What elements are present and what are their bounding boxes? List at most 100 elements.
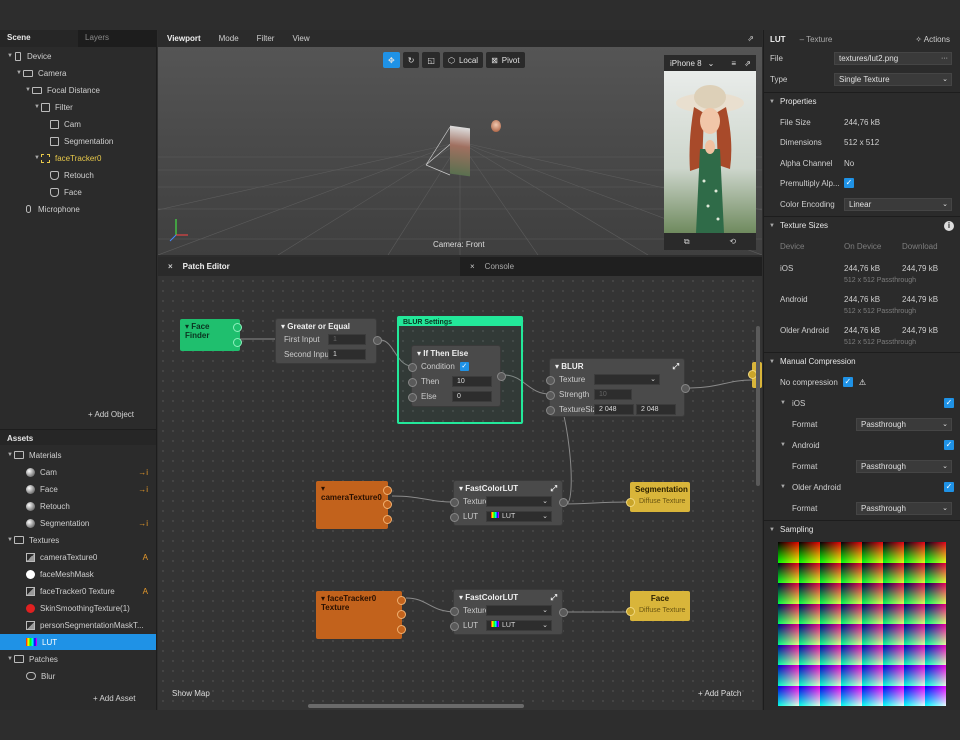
expand-icon[interactable]: ⤢	[551, 593, 557, 603]
asset-material-retouch[interactable]: Retouch	[0, 498, 156, 514]
section-sampling[interactable]: ▼ Sampling	[764, 520, 960, 538]
popout-icon[interactable]: ⇗	[744, 59, 751, 68]
subsection-android[interactable]: ▼ Android ✓	[764, 436, 960, 454]
tab-console[interactable]: × Console	[460, 257, 762, 276]
input-port[interactable]	[546, 391, 555, 400]
older-android-format-select[interactable]: Passthrough ⌄	[856, 502, 952, 515]
tab-patch-editor[interactable]: × Patch Editor	[158, 257, 460, 276]
node-fast-color-lut-2[interactable]: ▾ FastColorLUT ⤢ Texture ⌄ LUT LUT ⌄	[450, 590, 568, 634]
node-if-then-else[interactable]: ▾ If Then Else Condition ✓ Then 10 Else 0	[408, 346, 506, 406]
output-port[interactable]	[233, 338, 242, 347]
scene-item-camera[interactable]: ▼ Camera	[0, 65, 156, 81]
file-field[interactable]: textures/lut2.png ···	[834, 52, 952, 65]
output-port[interactable]	[559, 498, 568, 507]
android-checkbox[interactable]: ✓	[944, 440, 954, 450]
node-face-material[interactable]: Face Diffuse Texture	[626, 591, 690, 621]
patch-editor-canvas[interactable]: ▾ Face Finder ▾ Greater or Equal First I…	[158, 276, 762, 710]
input-port[interactable]	[450, 622, 459, 631]
android-format-select[interactable]: Passthrough ⌄	[856, 460, 952, 473]
texture-select[interactable]: ⌄	[486, 496, 552, 507]
add-patch-button[interactable]: + Add Patch	[698, 689, 741, 698]
asset-texture-facetracker0[interactable]: faceTracker0 Texture A	[0, 583, 156, 599]
no-compression-checkbox[interactable]: ✓	[842, 377, 853, 387]
output-port[interactable]	[397, 610, 406, 619]
output-port[interactable]	[383, 500, 392, 509]
output-port[interactable]	[397, 625, 406, 634]
device-selector[interactable]: iPhone 8 ⌄ ≡ ⇗	[664, 55, 756, 71]
scene-item-device[interactable]: ▼ Device	[0, 48, 156, 64]
asset-texture-personsegmentation[interactable]: personSegmentationMaskT...	[0, 617, 156, 633]
node-facetracker-texture[interactable]: ▾ faceTracker0 Texture	[316, 591, 406, 639]
patch-editor-vertical-scrollbar[interactable]	[756, 326, 760, 486]
lut-select[interactable]: LUT ⌄	[486, 620, 552, 631]
section-manual-compression[interactable]: ▼ Manual Compression	[764, 352, 960, 370]
patch-editor-horizontal-scrollbar[interactable]	[308, 704, 524, 708]
input-port[interactable]	[408, 393, 417, 402]
local-button[interactable]: ⬡ Local	[442, 52, 484, 68]
close-icon[interactable]: ×	[168, 262, 173, 271]
type-select[interactable]: Single Texture ⌄	[834, 73, 952, 86]
scene-item-segmentation[interactable]: Segmentation	[0, 133, 156, 149]
rotate-device-icon[interactable]: ⟲	[729, 237, 736, 246]
asset-texture-skinsmoothing[interactable]: SkinSmoothingTexture(1)	[0, 600, 156, 616]
node-camera-texture[interactable]: ▾ cameraTexture0	[316, 481, 392, 529]
menu-viewport[interactable]: Viewport	[158, 34, 210, 43]
texture-size-h-field[interactable]: 2 048	[636, 404, 676, 415]
menu-filter[interactable]: Filter	[248, 34, 284, 43]
menu-view[interactable]: View	[283, 34, 318, 43]
scene-item-retouch[interactable]: Retouch	[0, 167, 156, 183]
menu-icon[interactable]: ≡	[731, 59, 736, 68]
input-port[interactable]	[546, 376, 555, 385]
expand-icon[interactable]: ⤢	[551, 484, 557, 494]
premultiply-checkbox[interactable]: ✓	[844, 178, 854, 188]
input-port[interactable]	[626, 498, 635, 507]
node-blur[interactable]: ▾ BLUR ⤢ Texture ⌄ Strength 10 TextureSiz…	[546, 359, 690, 416]
add-asset-button[interactable]: + Add Asset	[93, 694, 135, 703]
ios-format-select[interactable]: Passthrough ⌄	[856, 418, 952, 431]
menu-mode[interactable]: Mode	[210, 34, 248, 43]
ios-checkbox[interactable]: ✓	[944, 398, 954, 408]
viewport[interactable]: ✥ ↻ ◱ ⬡ Local ⊠ Pivot iPhone 8 ⌄ ≡ ⇗ ⧉ ⟲ C	[158, 47, 762, 255]
blur-texture-select[interactable]: ⌄	[594, 374, 660, 385]
scene-item-facetracker[interactable]: ▼ faceTracker0	[0, 150, 156, 166]
subsection-ios[interactable]: ▼ iOS ✓	[764, 394, 960, 412]
output-port[interactable]	[233, 323, 242, 332]
rotate-tool-button[interactable]: ↻	[402, 52, 420, 68]
output-port[interactable]	[397, 596, 406, 605]
lut-select[interactable]: LUT ⌄	[486, 511, 552, 522]
texture-select[interactable]: ⌄	[486, 605, 552, 616]
pivot-button[interactable]: ⊠ Pivot	[486, 52, 525, 68]
close-icon[interactable]: ×	[470, 262, 475, 271]
input-port[interactable]	[450, 498, 459, 507]
texture-size-w-field[interactable]: 2 048	[594, 404, 634, 415]
scene-item-face[interactable]: Face	[0, 184, 156, 200]
else-field[interactable]: 0	[452, 391, 492, 402]
actions-button[interactable]: ✧ Actions	[915, 35, 950, 44]
scene-item-microphone[interactable]: Microphone	[0, 201, 156, 217]
then-field[interactable]: 10	[452, 376, 492, 387]
second-input-field[interactable]: 1	[328, 349, 366, 360]
scene-item-cam[interactable]: Cam	[0, 116, 156, 132]
tab-scene[interactable]: Scene	[0, 30, 78, 47]
input-port[interactable]	[408, 378, 417, 387]
subsection-older-android[interactable]: ▼ Older Android ✓	[764, 478, 960, 496]
node-fast-color-lut-1[interactable]: ▾ FastColorLUT ⤢ Texture ⌄ LUT LUT ⌄	[450, 481, 568, 525]
info-icon[interactable]: i	[944, 220, 954, 231]
output-port[interactable]	[383, 486, 392, 495]
assets-folder-materials[interactable]: ▼ Materials	[0, 447, 156, 463]
assets-folder-patches[interactable]: ▼ Patches	[0, 651, 156, 667]
output-port[interactable]	[497, 372, 506, 381]
scale-tool-button[interactable]: ◱	[422, 52, 440, 68]
scene-item-filter[interactable]: ▼ Filter	[0, 99, 156, 115]
output-port[interactable]	[373, 336, 382, 345]
input-port[interactable]	[408, 363, 417, 372]
node-greater-or-equal[interactable]: ▾ Greater or Equal First Input 1 Second …	[276, 319, 382, 363]
older-android-checkbox[interactable]: ✓	[944, 482, 954, 492]
output-port[interactable]	[559, 608, 568, 617]
node-face-finder[interactable]: ▾ Face Finder	[180, 319, 242, 351]
asset-material-face[interactable]: Face →i	[0, 481, 156, 497]
screenshot-icon[interactable]: ⧉	[684, 237, 690, 247]
add-object-button[interactable]: + Add Object	[88, 410, 134, 419]
more-icon[interactable]: ···	[941, 53, 948, 64]
section-texture-sizes[interactable]: ▼ Texture Sizes i	[764, 216, 960, 234]
